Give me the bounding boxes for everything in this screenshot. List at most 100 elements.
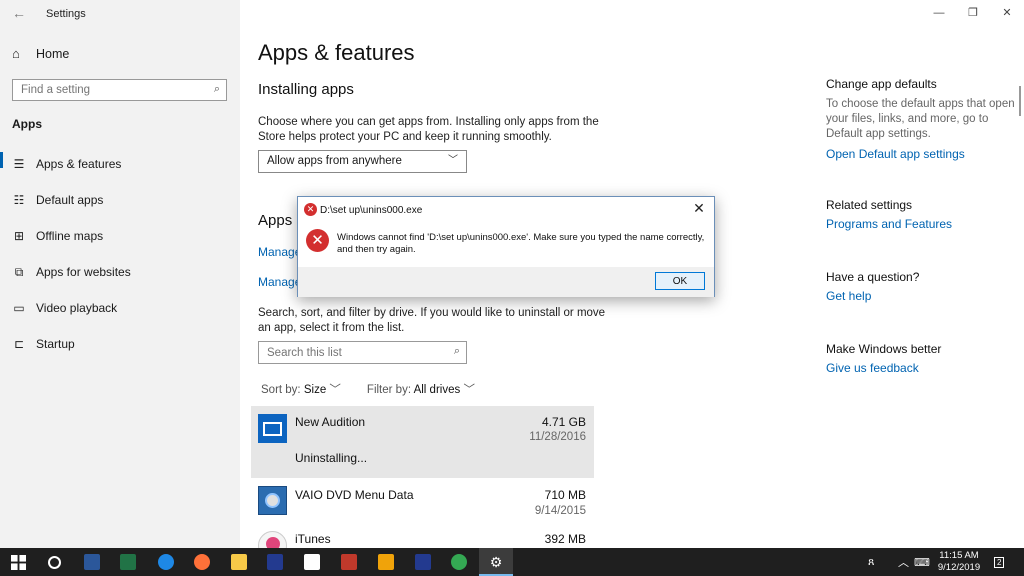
sidebar-item-label: Offline maps: [36, 229, 104, 243]
outlook-icon[interactable]: [376, 552, 396, 572]
error-dialog: ✕ D:\set up\unins000.exe ✕ ✕ Windows can…: [297, 196, 715, 297]
open-default-settings-link[interactable]: Open Default app settings: [826, 147, 1016, 161]
chevron-down-icon: ﹀: [329, 384, 341, 396]
notification-count: 2: [994, 556, 1005, 568]
installing-apps-heading: Installing apps: [258, 81, 354, 98]
scrollbar[interactable]: [1019, 86, 1021, 116]
app-icon[interactable]: [339, 552, 359, 572]
find-setting-input[interactable]: [13, 80, 193, 100]
startup-icon: ⊏: [13, 337, 25, 351]
sidebar-item-label: Apps & features: [36, 157, 122, 171]
people-icon[interactable]: ጸ: [868, 548, 874, 576]
chevron-up-icon[interactable]: ︿: [898, 548, 909, 576]
change-defaults-panel: Change app defaults To choose the defaul…: [826, 77, 1016, 161]
sidebar-item-label: Apps for websites: [36, 265, 131, 279]
edge-icon[interactable]: [156, 552, 176, 572]
restore-icon[interactable]: ❐: [956, 0, 990, 26]
app-name: iTunes: [295, 532, 331, 546]
audition-app-icon: [258, 414, 287, 443]
dialog-footer: OK: [298, 267, 714, 297]
sort-label: Sort by:: [261, 384, 301, 396]
feedback-panel: Make Windows better Give us feedback: [826, 342, 1016, 375]
error-icon: ✕: [306, 229, 329, 252]
search-list-box[interactable]: ⌕: [258, 341, 467, 364]
store-icon[interactable]: [302, 552, 322, 572]
app-list-item[interactable]: VAIO DVD Menu Data 710 MB 9/14/2015: [251, 480, 594, 526]
chevron-down-icon: ﹀: [448, 155, 458, 166]
vaio-app-icon: [258, 486, 287, 515]
sidebar-item-apps-features[interactable]: ☰ Apps & features: [0, 146, 240, 182]
close-icon[interactable]: ✕: [990, 0, 1024, 26]
sidebar-item-label: Video playback: [36, 301, 118, 315]
give-feedback-link[interactable]: Give us feedback: [826, 361, 1016, 375]
word-icon[interactable]: [82, 552, 102, 572]
search-icon[interactable]: ⌕: [454, 345, 460, 358]
manage-link-1[interactable]: Manage: [258, 245, 301, 259]
question-panel: Have a question? Get help: [826, 270, 1016, 303]
app-size: 710 MB: [544, 488, 586, 502]
sidebar-item-video-playback[interactable]: ▭ Video playback: [0, 290, 240, 326]
back-arrow-icon[interactable]: ←: [12, 5, 26, 21]
excel-icon[interactable]: [118, 552, 138, 572]
dropdown-value: Allow apps from anywhere: [267, 155, 402, 167]
filter-bar: Sort by: Size ﹀ Filter by: All drives ﹀: [261, 381, 475, 397]
firefox-icon[interactable]: [192, 552, 212, 572]
app-date: 11/28/2016: [529, 431, 586, 443]
windows-start-icon[interactable]: [8, 552, 28, 572]
sidebar-home[interactable]: ⌂ Home: [12, 46, 69, 61]
keyboard-icon[interactable]: ⌨: [914, 548, 930, 576]
sort-dropdown[interactable]: Sort by: Size ﹀: [261, 381, 341, 397]
filter-label: Filter by:: [366, 384, 412, 396]
sidebar-item-offline-maps[interactable]: ⊞ Offline maps: [0, 218, 240, 254]
manage-link-2[interactable]: Manage: [258, 275, 301, 289]
itunes-app-icon: [258, 531, 287, 548]
search-circle-icon[interactable]: [44, 552, 64, 572]
error-icon: ✕: [304, 203, 317, 216]
close-icon[interactable]: ✕: [690, 200, 708, 217]
programs-features-link[interactable]: Programs and Features: [826, 217, 1016, 231]
map-icon: ⊞: [13, 229, 25, 243]
apps-heading: Apps: [258, 212, 293, 229]
settings-gear-icon[interactable]: ⚙: [479, 548, 513, 576]
default-apps-icon: ☷: [13, 193, 25, 207]
app-icon[interactable]: [265, 552, 285, 572]
app-status: Uninstalling...: [295, 451, 368, 465]
notification-icon[interactable]: 2: [994, 548, 1005, 576]
filter-value: All drives: [413, 384, 461, 396]
app-list-item[interactable]: New Audition 4.71 GB 11/28/2016 Uninstal…: [251, 406, 594, 478]
dialog-body: ✕ Windows cannot find 'D:\set up\unins00…: [298, 219, 714, 267]
app-name: New Audition: [295, 415, 366, 429]
app-size: 392 MB: [544, 532, 586, 546]
system-clock[interactable]: 11:15 AM 9/12/2019: [934, 550, 984, 574]
app-date: 9/14/2015: [534, 505, 586, 517]
get-help-link[interactable]: Get help: [826, 289, 1016, 303]
find-setting-box[interactable]: ⌕: [12, 79, 227, 101]
window-title: Settings: [46, 8, 86, 20]
app-name: VAIO DVD Menu Data: [295, 488, 414, 502]
search-list-input[interactable]: [259, 342, 439, 363]
app-source-dropdown[interactable]: Allow apps from anywhere ﹀: [258, 150, 467, 173]
chevron-down-icon: ﹀: [463, 384, 475, 396]
sidebar-item-default-apps[interactable]: ☷ Default apps: [0, 182, 240, 218]
minimize-icon[interactable]: —: [922, 0, 956, 26]
feedback-heading: Make Windows better: [826, 342, 942, 356]
file-explorer-icon[interactable]: [229, 552, 249, 572]
web-apps-icon: ⧉: [14, 264, 24, 279]
sidebar-item-label: Startup: [36, 337, 75, 351]
page-title: Apps & features: [258, 40, 415, 65]
filter-dropdown[interactable]: Filter by: All drives ﹀: [367, 381, 475, 397]
search-icon[interactable]: ⌕: [214, 83, 220, 96]
dialog-title: D:\set up\unins000.exe: [320, 205, 423, 216]
installing-apps-text: Choose where you can get apps from. Inst…: [258, 116, 599, 143]
home-icon: ⌂: [12, 46, 20, 61]
app-list-item[interactable]: iTunes 392 MB: [251, 526, 594, 548]
ok-button[interactable]: OK: [655, 272, 705, 290]
app-icon[interactable]: [413, 552, 433, 572]
sidebar-item-startup[interactable]: ⊏ Startup: [0, 326, 240, 362]
sidebar-home-label: Home: [36, 46, 70, 61]
sidebar-item-apps-for-websites[interactable]: ⧉ Apps for websites: [0, 254, 240, 290]
sidebar-section-title: Apps: [12, 117, 42, 131]
window-controls: — ❐ ✕: [922, 0, 1024, 26]
chrome-icon[interactable]: [449, 552, 469, 572]
change-defaults-heading: Change app defaults: [826, 77, 937, 91]
